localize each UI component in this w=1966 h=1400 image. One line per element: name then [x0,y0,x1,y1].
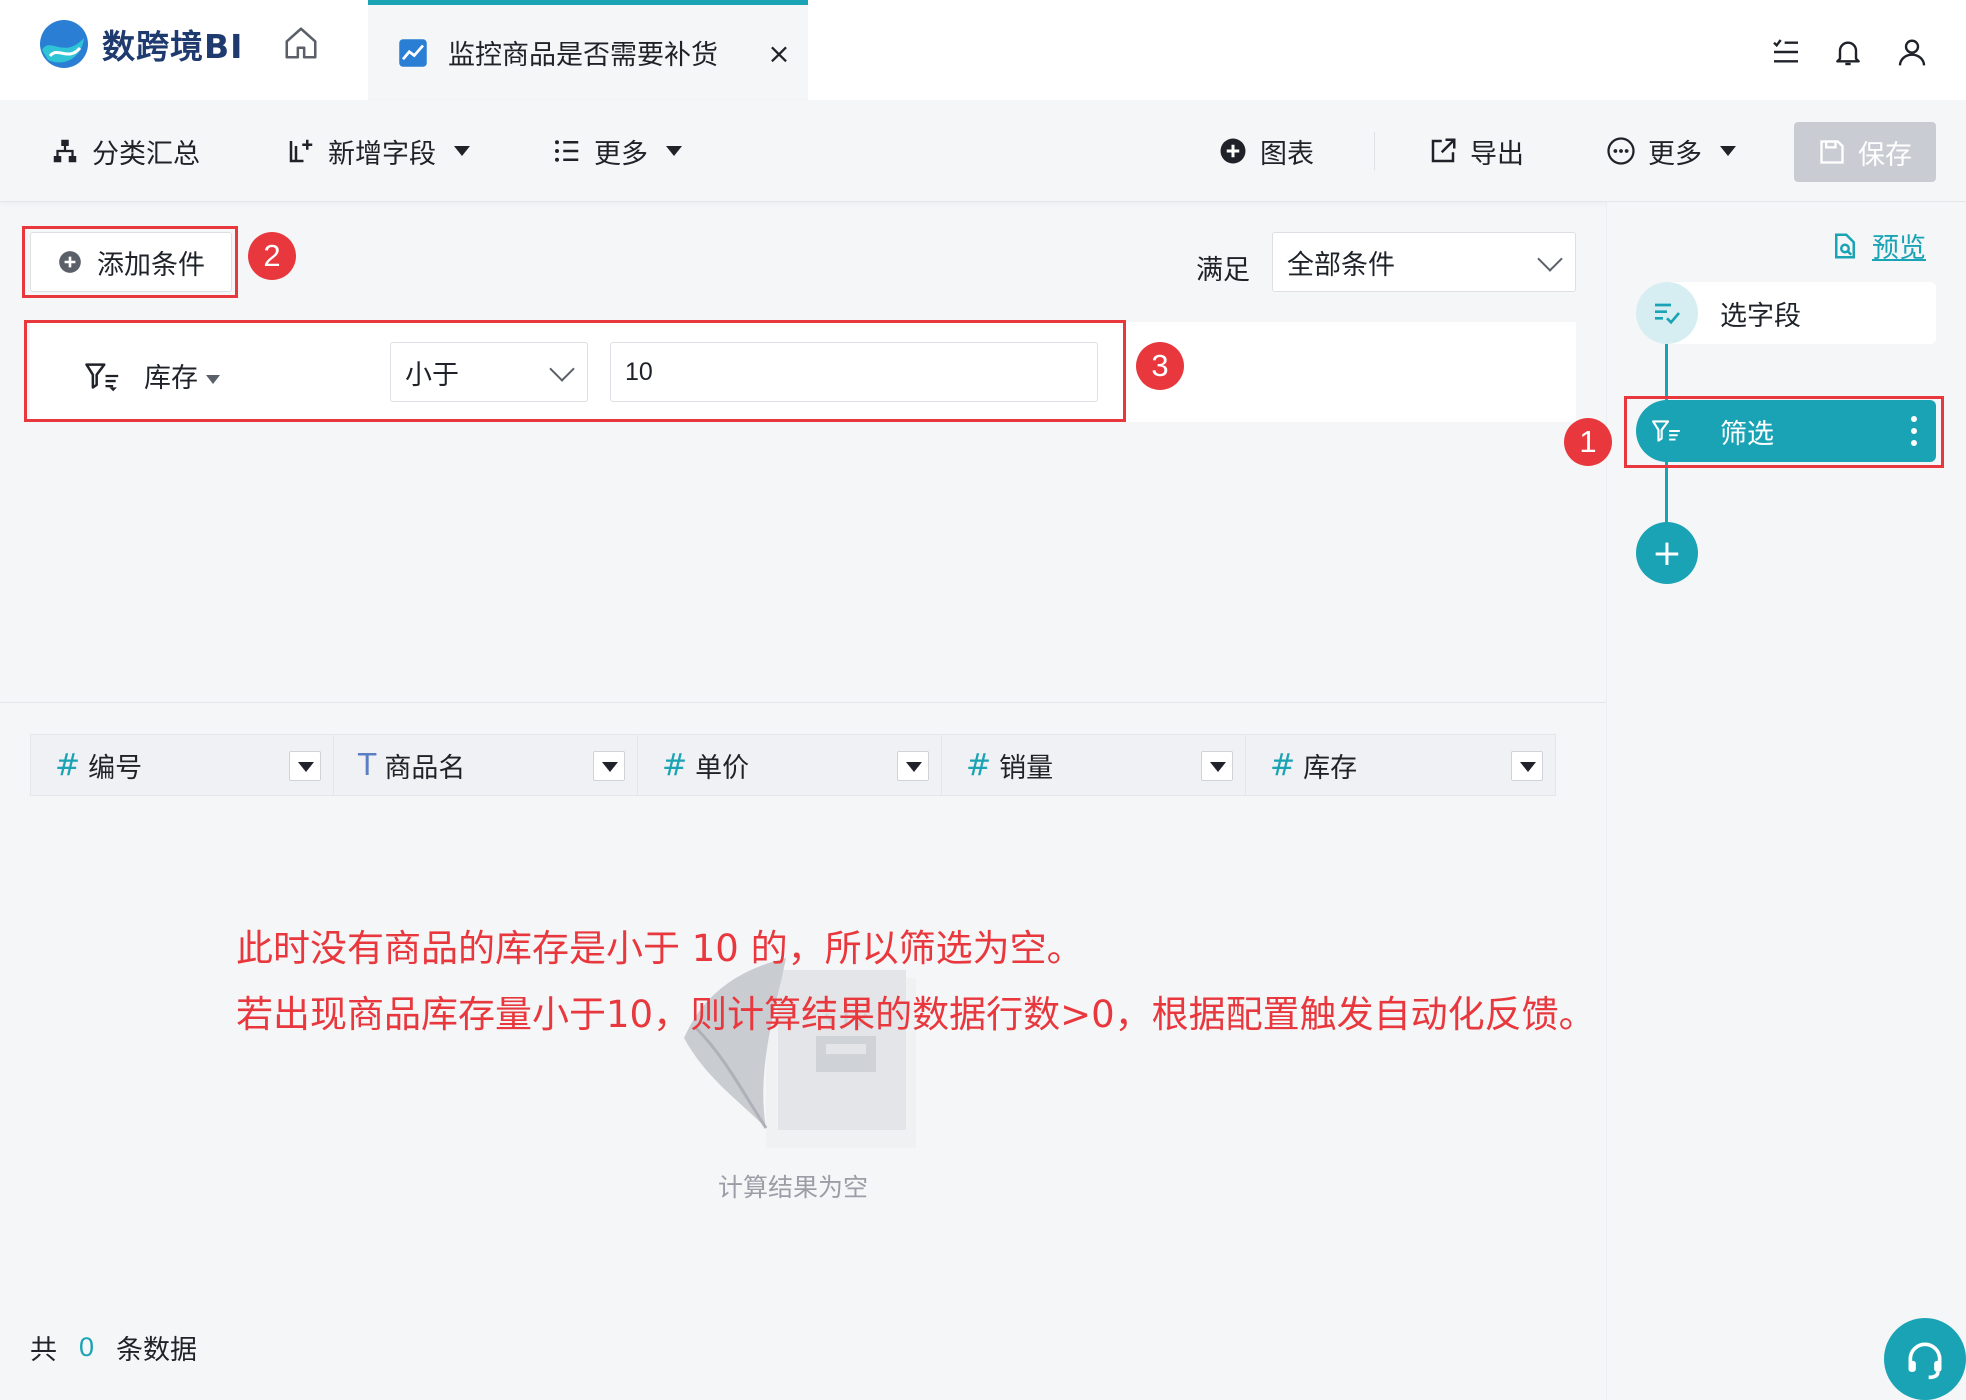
satisfy-label: 满足 [1196,255,1250,286]
step-badge-3: 3 [1136,342,1184,390]
number-type-icon: # [55,747,81,783]
number-type-icon: # [1270,747,1296,783]
column-dropdown-button[interactable] [1201,751,1233,781]
home-icon[interactable] [282,24,320,62]
user-icon[interactable] [1896,36,1928,68]
save-button[interactable]: 保存 [1794,122,1936,182]
text-type-icon: T [358,747,377,783]
chevron-down-icon [454,146,470,156]
satisfy-select[interactable]: 全部条件 [1272,232,1576,292]
group-summary-button[interactable]: 分类汇总 [50,100,200,202]
chevron-down-icon [666,146,682,156]
preview-icon [1835,233,1855,258]
chevron-down-icon [1537,246,1563,272]
headset-icon [1908,1342,1942,1380]
column-header-stock[interactable]: # 库存 [1246,734,1556,796]
tab-title: 监控商品是否需要补货 [448,40,718,71]
column-name: 商品名 [384,752,466,784]
plus-circle-icon [1220,138,1246,164]
add-step-button[interactable]: + [1636,522,1698,584]
chevron-down-icon [1720,146,1736,156]
save-disk-icon [1820,140,1844,164]
column-name: 编号 [88,752,143,784]
export-icon [1431,138,1456,163]
section-divider [0,702,1606,703]
column-dropdown-button[interactable] [289,751,321,781]
preview-label: 预览 [1872,233,1926,264]
chart-line-icon [399,38,427,67]
column-name: 库存 [1303,752,1358,784]
flow-connector [1665,342,1668,404]
toolbar: 分类汇总 新增字段 更多 图表 导出 更多 [0,100,1966,202]
support-chat-button[interactable] [1884,1318,1966,1400]
step-badge-1: 1 [1564,418,1612,466]
list-icon [555,140,579,162]
top-bar: 数跨境BI 监控商品是否需要补货 × [0,0,1966,100]
column-dropdown-button[interactable] [1511,751,1543,781]
annotation-line-2: 若出现商品库存量小于10，则计算结果的数据行数>0，根据配置触发自动化反馈。 [236,993,1596,1036]
highlight-box-3 [24,320,1126,422]
step-label: 选字段 [1720,300,1801,332]
number-type-icon: # [662,747,688,783]
column-header-price[interactable]: # 单价 [638,734,942,796]
more-circle-icon [1607,137,1635,165]
column-dropdown-button[interactable] [897,751,929,781]
column-name: 销量 [999,752,1054,784]
tab-monitor-goods[interactable]: 监控商品是否需要补货 × [368,0,808,100]
bell-icon[interactable] [1832,36,1864,68]
export-label: 导出 [1470,138,1524,170]
satisfy-select-value: 全部条件 [1287,249,1395,281]
flow-connector [1665,460,1668,526]
column-header-sales[interactable]: # 销量 [942,734,1246,796]
toolbar-divider [1374,132,1375,170]
add-column-icon [289,139,313,163]
preview-link[interactable]: 预览 [1830,226,1926,265]
more-left-label: 更多 [594,138,648,170]
more-right-button[interactable]: 更多 [1606,100,1736,202]
row-count-value: 0 [79,1332,95,1362]
column-dropdown-button[interactable] [593,751,625,781]
task-list-icon[interactable] [1770,36,1802,68]
save-label: 保存 [1858,139,1912,171]
tab-close-button[interactable]: × [764,39,794,69]
export-button[interactable]: 导出 [1428,100,1524,202]
row-count-prefix: 共 [30,1335,57,1366]
empty-state-text: 计算结果为空 [718,1173,869,1202]
logo-mark-icon [40,20,88,68]
step-badge-2: 2 [248,232,296,280]
more-right-label: 更多 [1648,138,1702,170]
add-field-label: 新增字段 [328,138,436,170]
steps-panel [1606,202,1966,1400]
add-field-button[interactable]: 新增字段 [286,100,470,202]
app-logo[interactable]: 数跨境BI [36,14,243,74]
column-name: 单价 [695,752,750,784]
row-count: 共 0 条数据 [30,1328,197,1367]
select-fields-icon [1636,282,1698,344]
more-left-button[interactable]: 更多 [552,100,682,202]
row-count-suffix: 条数据 [116,1335,198,1366]
logo-text: 数跨境BI [102,27,244,66]
highlight-box-1 [1624,396,1944,468]
chart-label: 图表 [1260,138,1314,170]
chart-button[interactable]: 图表 [1218,100,1314,202]
column-header-product-name[interactable]: T 商品名 [334,734,638,796]
number-type-icon: # [966,747,992,783]
hierarchy-icon [53,139,77,163]
highlight-box-2 [22,226,238,298]
step-select-fields[interactable]: 选字段 [1636,282,1936,344]
empty-state-illustration [684,958,916,1148]
group-summary-label: 分类汇总 [92,138,200,170]
column-header-id[interactable]: # 编号 [30,734,334,796]
annotation-line-1: 此时没有商品的库存是小于 10 的，所以筛选为空。 [236,927,1084,970]
